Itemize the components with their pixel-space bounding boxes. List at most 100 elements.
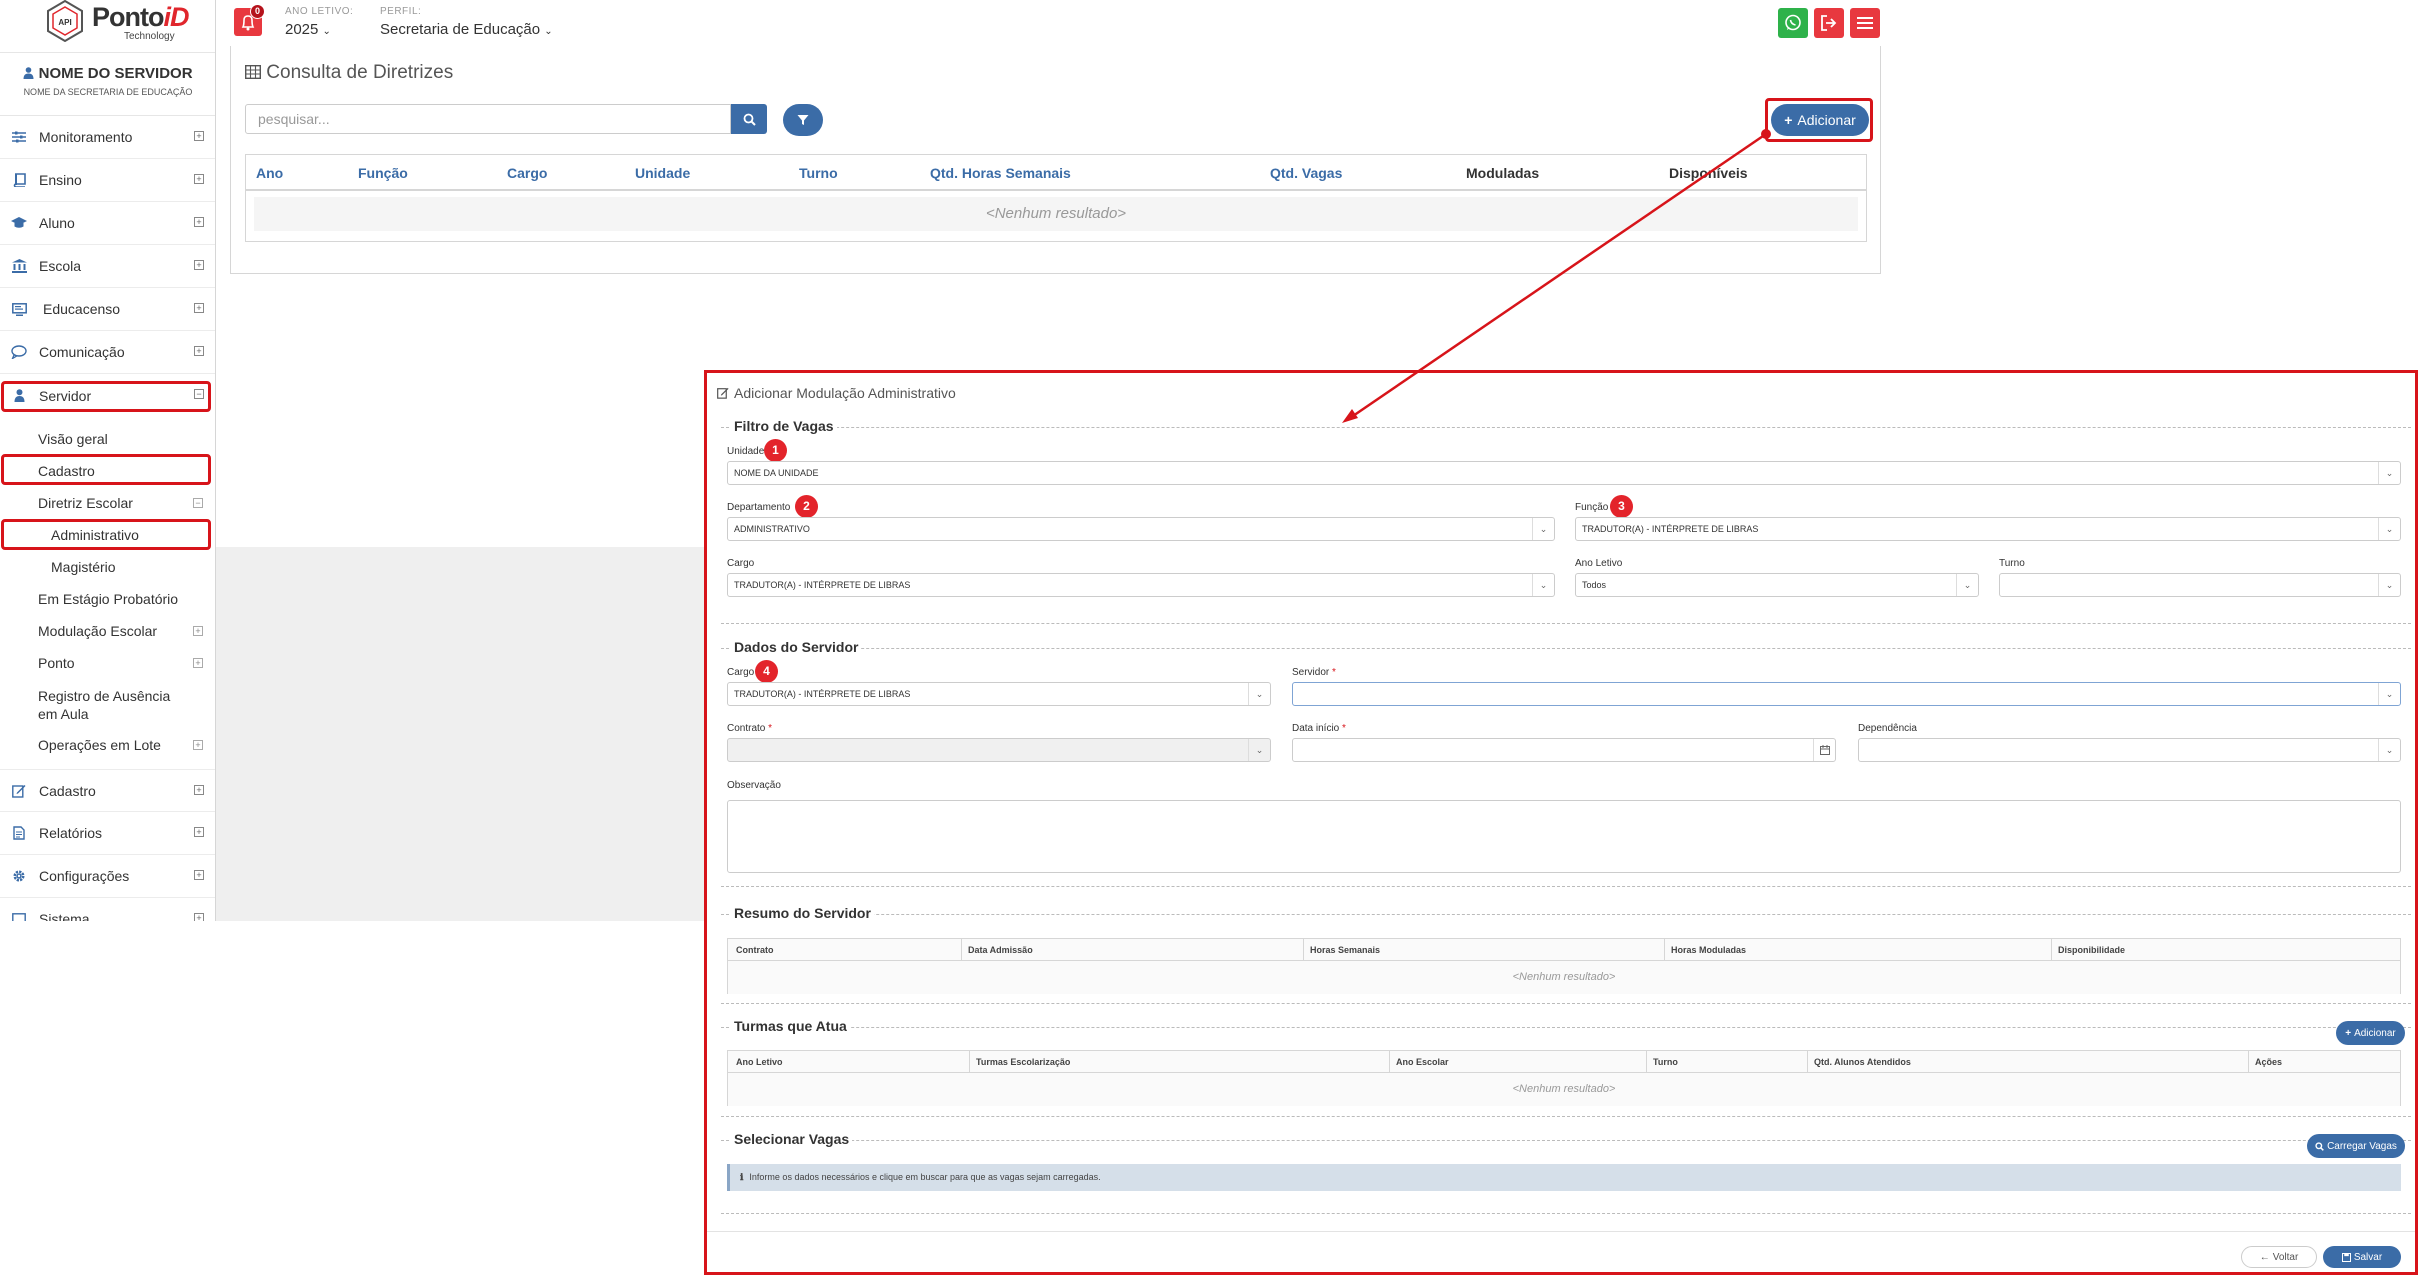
highlight-add-button [1765,98,1873,142]
calendar-icon[interactable] [1813,739,1835,761]
expand-icon[interactable]: + [194,217,204,227]
cargo-servidor-select[interactable]: TRADUTOR(A) - INTÉRPRETE DE LIBRAS ⌄ [727,682,1271,706]
logo-hexagon-icon: API [47,0,83,42]
column-header: Ações [2255,1057,2283,1067]
column-header[interactable]: Unidade [635,165,690,181]
logout-button[interactable] [1814,8,1844,38]
expand-icon[interactable]: + [194,174,204,184]
sidebar-sub-operacoes-lote[interactable]: Operações em Lote [38,737,161,753]
topbar: 0 ANO LETIVO: 2025 ⌄ PERFIL: Secretaria … [216,0,1880,46]
whatsapp-icon [1785,14,1801,31]
expand-icon[interactable]: + [193,626,203,636]
column-header[interactable]: Função [358,165,408,181]
unidade-select[interactable]: NOME DA UNIDADE ⌄ [727,461,2401,485]
menu-button[interactable] [1850,8,1880,38]
turno-select[interactable]: ⌄ [1999,573,2401,597]
cargo-filter-select[interactable]: TRADUTOR(A) - INTÉRPRETE DE LIBRAS ⌄ [727,573,1555,597]
ano-letivo-select[interactable]: Todos ⌄ [1575,573,1979,597]
expand-icon[interactable]: + [194,260,204,270]
departamento-select[interactable]: ADMINISTRATIVO ⌄ [727,517,1555,541]
contrato-select[interactable]: ⌄ [727,738,1271,762]
sidebar-sub-visao-geral[interactable]: Visão geral [38,431,108,447]
chevron-down-icon: ⌄ [1248,683,1270,705]
highlight-servidor [1,381,211,412]
search-button[interactable] [731,104,767,134]
monitor-icon [11,301,27,317]
search-input[interactable] [245,104,731,134]
sidebar-sub-estagio[interactable]: Em Estágio Probatório [38,591,178,607]
observacao-label: Observação [727,780,781,791]
user-block: NOME DO SERVIDOR NOME DA SECRETARIA DE E… [0,52,215,116]
perfil-selector[interactable]: Secretaria de Educação ⌄ [380,21,553,38]
sidebar-sub-diretriz-escolar[interactable]: Diretriz Escolar [38,495,133,511]
modal-title: Adicionar Modulação Administrativo [717,385,956,401]
sliders-icon [11,129,27,145]
whatsapp-button[interactable] [1778,8,1808,38]
voltar-button[interactable]: ← Voltar [2241,1246,2317,1268]
table-header: Contrato Data Admissão Horas Semanais Ho… [728,939,2400,961]
expand-icon[interactable]: + [193,740,203,750]
observacao-textarea[interactable] [727,800,2401,873]
empty-result: <Nenhum resultado> [254,197,1858,231]
section-dados-servidor: Dados do Servidor [731,639,862,655]
highlight-administrativo [1,519,211,550]
chevron-down-icon: ⌄ [2378,574,2400,596]
salvar-button[interactable]: Salvar [2323,1246,2401,1268]
book-icon [11,172,27,188]
data-inicio-label: Data início * [1292,723,1346,734]
expand-icon[interactable]: + [194,785,204,795]
sidebar-item-educacenso[interactable]: Educacenso + [0,288,215,331]
expand-icon[interactable]: + [194,827,204,837]
data-inicio-input[interactable] [1292,738,1836,762]
column-header[interactable]: Qtd. Vagas [1270,165,1342,181]
logo: API PontoiD Technology [40,0,189,46]
info-message: ℹ Informe os dados necessários e clique e… [727,1164,2401,1191]
system-icon [11,911,27,921]
collapse-icon[interactable]: − [193,498,203,508]
dependencia-select[interactable]: ⌄ [1858,738,2401,762]
sidebar-item-cadastro[interactable]: Cadastro + [0,769,215,812]
column-header[interactable]: Turno [799,165,838,181]
sidebar-item-aluno[interactable]: Aluno + [0,202,215,245]
cargo-label: Cargo [727,558,755,569]
column-header: Turmas Escolarização [976,1057,1071,1067]
resumo-table: Contrato Data Admissão Horas Semanais Ho… [727,938,2401,994]
column-header: Data Admissão [968,945,1033,955]
add-turma-button[interactable]: + Adicionar [2336,1021,2405,1045]
sidebar-item-ensino[interactable]: Ensino + [0,159,215,202]
filter-button[interactable] [783,104,823,136]
funcao-label: Função [1575,502,1609,513]
sidebar-sub-modulacao[interactable]: Modulação Escolar [38,623,157,639]
user-secretaria: NOME DA SECRETARIA DE EDUCAÇÃO [23,87,193,97]
modulacao-modal: Adicionar Modulação Administrativo Filtr… [704,370,2418,1275]
column-header[interactable]: Cargo [507,165,547,181]
carregar-vagas-button[interactable]: Carregar Vagas [2307,1134,2405,1158]
empty-result: <Nenhum resultado> [728,1073,2400,1106]
section-filtro-vagas: Filtro de Vagas [731,418,837,434]
expand-icon[interactable]: + [193,658,203,668]
servidor-select[interactable]: ⌄ [1292,682,2401,706]
diretrizes-table: Ano Função Cargo Unidade Turno Qtd. Hora… [245,154,1867,242]
plus-icon: + [2345,1027,2352,1039]
sidebar-item-escola[interactable]: Escola + [0,245,215,288]
expand-icon[interactable]: + [194,870,204,880]
sidebar-item-configuracoes[interactable]: Configurações + [0,855,215,898]
column-header[interactable]: Ano [256,165,283,181]
sidebar-sub-ponto[interactable]: Ponto [38,655,75,671]
user-icon [23,67,34,79]
expand-icon[interactable]: + [194,131,204,141]
column-header[interactable]: Qtd. Horas Semanais [930,165,1071,181]
step-badge-4: 4 [755,660,778,683]
sidebar-item-relatorios[interactable]: Relatórios + [0,812,215,855]
turno-label: Turno [1999,558,2025,569]
sidebar-item-comunicacao[interactable]: Comunicação + [0,331,215,374]
ano-letivo-selector[interactable]: 2025 ⌄ [285,21,331,38]
funcao-select[interactable]: TRADUTOR(A) - INTÉRPRETE DE LIBRAS ⌄ [1575,517,2401,541]
expand-icon[interactable]: + [194,303,204,313]
expand-icon[interactable]: + [194,346,204,356]
expand-icon[interactable]: + [194,913,204,921]
sidebar-item-sistema[interactable]: Sistema + [0,898,215,921]
sidebar-sub-magisterio[interactable]: Magistério [51,559,116,575]
sidebar-item-monitoramento[interactable]: Monitoramento + [0,116,215,159]
sidebar-sub-registro-ausencia[interactable]: Registro de Ausência em Aula [38,687,188,723]
